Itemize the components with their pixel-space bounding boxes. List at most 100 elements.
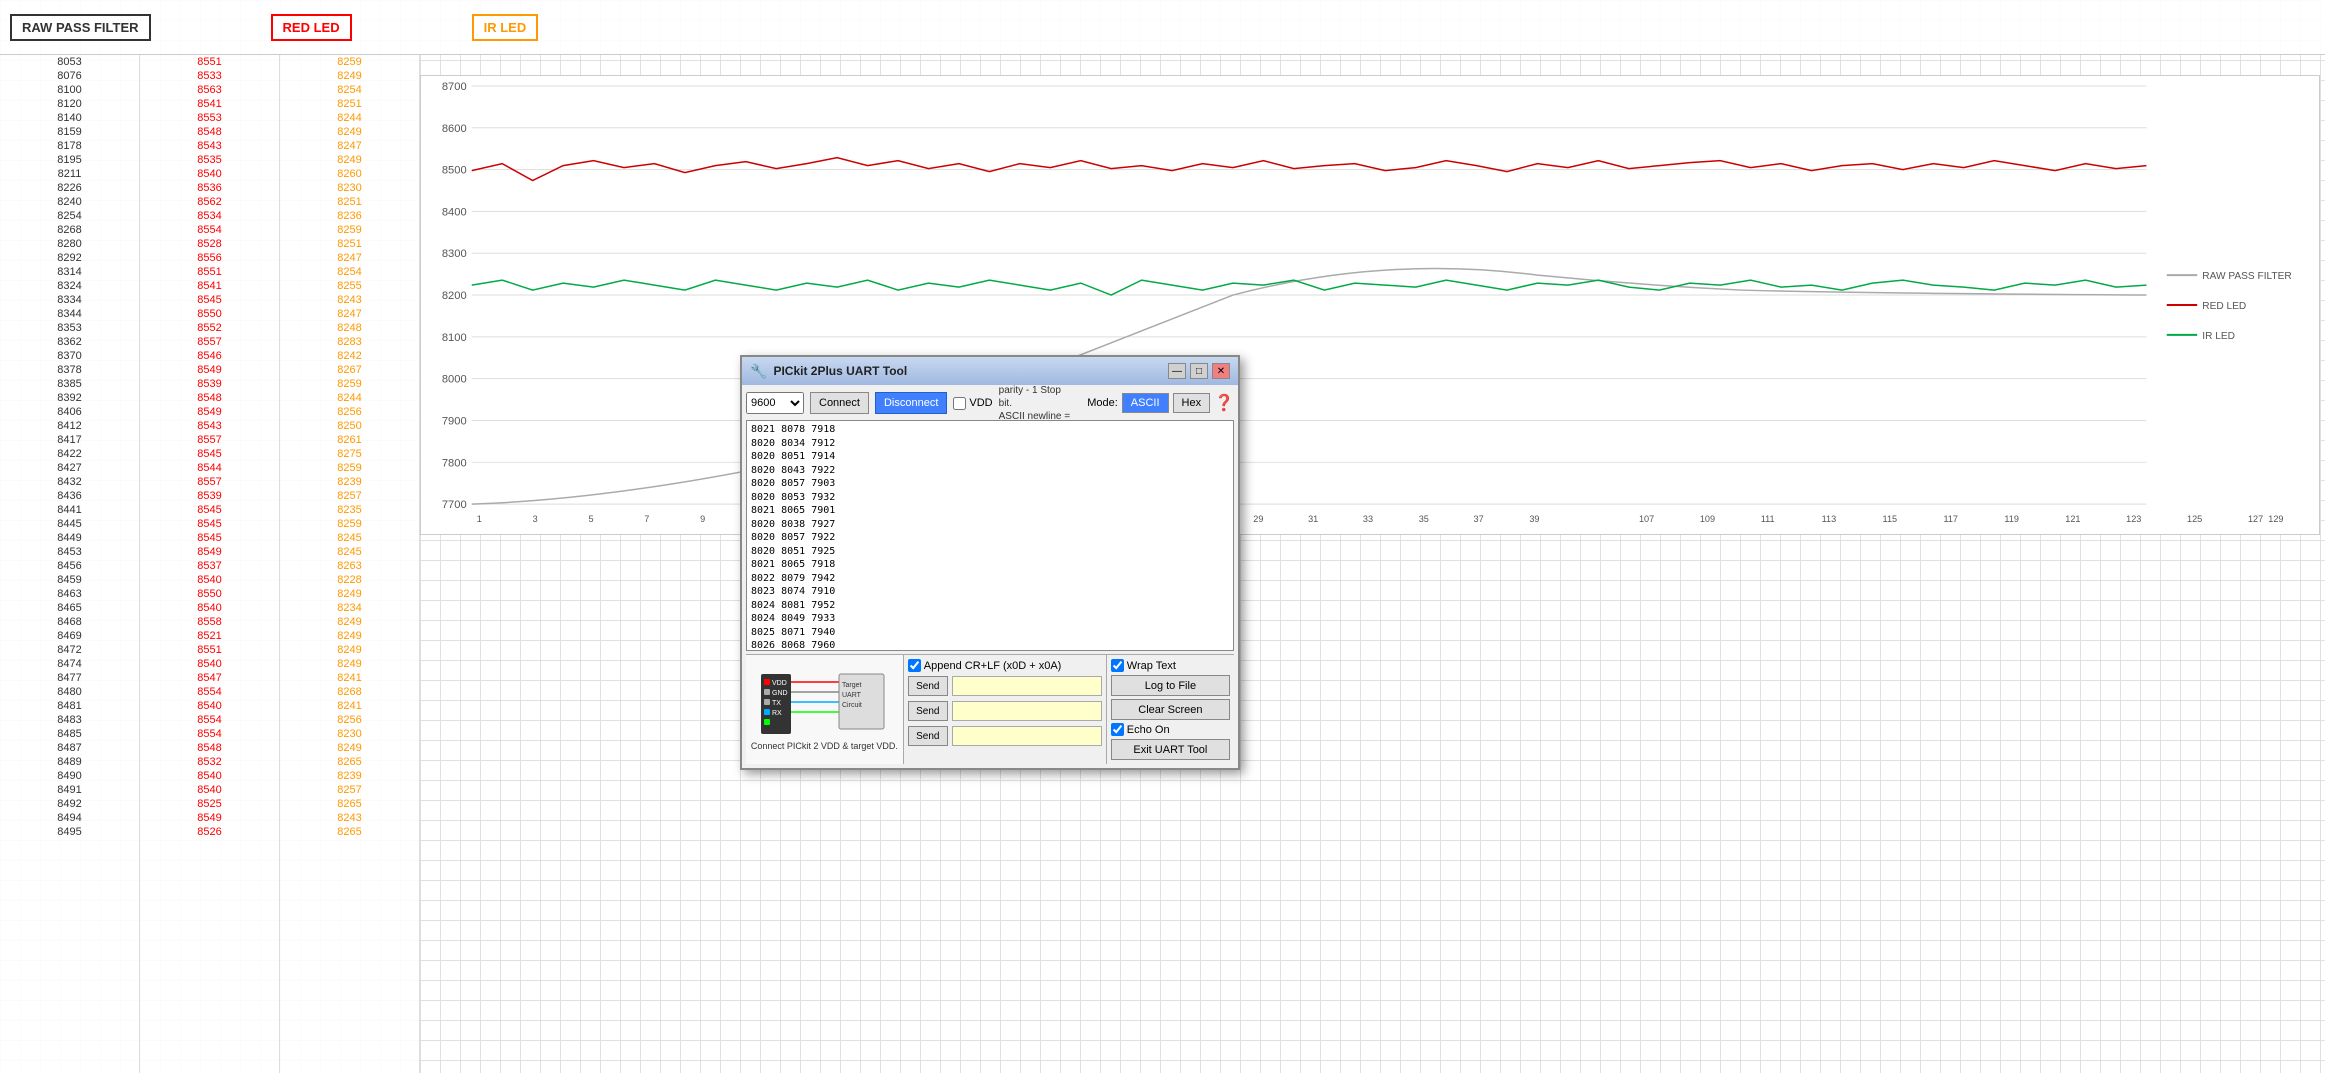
table-row: 8487 [0,741,139,755]
svg-text:7: 7 [644,514,649,524]
list-item: 8023 8074 7910 [751,585,1229,599]
svg-text:7700: 7700 [442,499,467,511]
minimize-button[interactable]: — [1168,363,1186,379]
table-row: 8140 [0,111,139,125]
baud-rate-select[interactable]: 9600 19200 38400 57600 115200 [746,392,804,414]
macro-input-2[interactable] [952,701,1102,721]
table-row: 8491 [0,783,139,797]
svg-text:8300: 8300 [442,248,467,260]
table-row: 8456 [0,559,139,573]
macro-input-3[interactable] [952,726,1102,746]
send-button-1[interactable]: Send [908,676,948,696]
svg-text:UART: UART [842,692,862,699]
close-button[interactable]: ✕ [1212,363,1230,379]
table-row: 8230 [280,181,419,195]
vdd-checkbox[interactable] [953,397,966,410]
connect-button[interactable]: Connect [810,392,869,414]
data-columns: 8053807681008120814081598178819582118226… [0,55,420,1073]
table-row: 8534 [140,209,279,223]
dialog-window-controls[interactable]: — □ ✕ [1168,363,1230,379]
table-row: 8483 [0,713,139,727]
wrap-text-checkbox[interactable] [1111,659,1124,672]
svg-text:125: 125 [2187,514,2202,524]
table-row: 8247 [280,251,419,265]
table-row: 8548 [140,391,279,405]
table-row: 8489 [0,755,139,769]
table-row: 8459 [0,573,139,587]
svg-text:127: 127 [2248,514,2263,524]
table-row: 8249 [280,69,419,83]
table-row: 8540 [140,699,279,713]
table-row: 8195 [0,153,139,167]
table-row: 8556 [140,251,279,265]
table-row: 8417 [0,433,139,447]
svg-text:5: 5 [588,514,593,524]
table-row: 8211 [0,167,139,181]
svg-text:111: 111 [1761,514,1775,524]
list-item: 8024 8049 7933 [751,612,1229,626]
table-row: 8557 [140,335,279,349]
uart-terminal[interactable]: 8021 8078 79188020 8034 79128020 8051 79… [746,420,1234,651]
table-row: 8558 [140,615,279,629]
table-row: 8251 [280,195,419,209]
svg-text:8400: 8400 [442,206,467,218]
svg-text:RX: RX [772,710,782,717]
table-row: 8449 [0,531,139,545]
table-row: 8235 [280,503,419,517]
table-row: 8485 [0,727,139,741]
log-to-file-button[interactable]: Log to File [1111,675,1230,696]
table-row: 8533 [140,69,279,83]
table-row: 8247 [280,139,419,153]
table-row: 8314 [0,265,139,279]
table-row: 8463 [0,587,139,601]
hex-mode-button[interactable]: Hex [1173,393,1211,413]
list-item: 8021 8078 7918 [751,423,1229,437]
send-button-3[interactable]: Send [908,726,948,746]
macro-input-1[interactable] [952,676,1102,696]
table-row: 8441 [0,503,139,517]
append-cr-checkbox[interactable] [908,659,921,672]
table-row: 8406 [0,405,139,419]
svg-text:8100: 8100 [442,332,467,344]
table-row: 8242 [280,349,419,363]
append-cr-checkbox-label[interactable]: Append CR+LF (x0D + x0A) [908,659,1062,672]
vdd-checkbox-label[interactable]: VDD [953,397,992,410]
table-row: 8540 [140,601,279,615]
svg-text:8700: 8700 [442,81,467,93]
dialog-bottom: VDD GND TX RX Target UART Circuit Connec… [746,654,1234,764]
table-row: 8244 [280,391,419,405]
table-row: 8283 [280,335,419,349]
table-row: 8494 [0,811,139,825]
svg-text:8000: 8000 [442,374,467,386]
table-row: 8256 [280,713,419,727]
svg-text:8600: 8600 [442,123,467,135]
echo-on-checkbox-label[interactable]: Echo On [1111,723,1230,736]
clear-screen-button[interactable]: Clear Screen [1111,699,1230,720]
table-row: 8255 [280,279,419,293]
table-row: 8234 [280,601,419,615]
table-row: 8554 [140,685,279,699]
svg-text:7900: 7900 [442,416,467,428]
maximize-button[interactable]: □ [1190,363,1208,379]
echo-on-checkbox[interactable] [1111,723,1124,736]
svg-text:IR LED: IR LED [2202,331,2235,342]
table-row: 8251 [280,97,419,111]
table-row: 8562 [140,195,279,209]
table-row: 8076 [0,69,139,83]
table-row: 8526 [140,825,279,839]
wrap-text-checkbox-label[interactable]: Wrap Text [1111,659,1230,672]
disconnect-button[interactable]: Disconnect [875,392,947,414]
table-row: 8427 [0,461,139,475]
table-row: 8552 [140,321,279,335]
table-row: 8548 [140,125,279,139]
table-row: 8472 [0,643,139,657]
table-row: 8254 [280,265,419,279]
table-row: 8263 [280,559,419,573]
ascii-mode-button[interactable]: ASCII [1122,393,1169,413]
list-item: 8020 8053 7932 [751,491,1229,505]
table-row: 8257 [280,783,419,797]
svg-text:9: 9 [700,514,705,524]
exit-uart-button[interactable]: Exit UART Tool [1111,739,1230,760]
table-row: 8249 [280,615,419,629]
send-button-2[interactable]: Send [908,701,948,721]
